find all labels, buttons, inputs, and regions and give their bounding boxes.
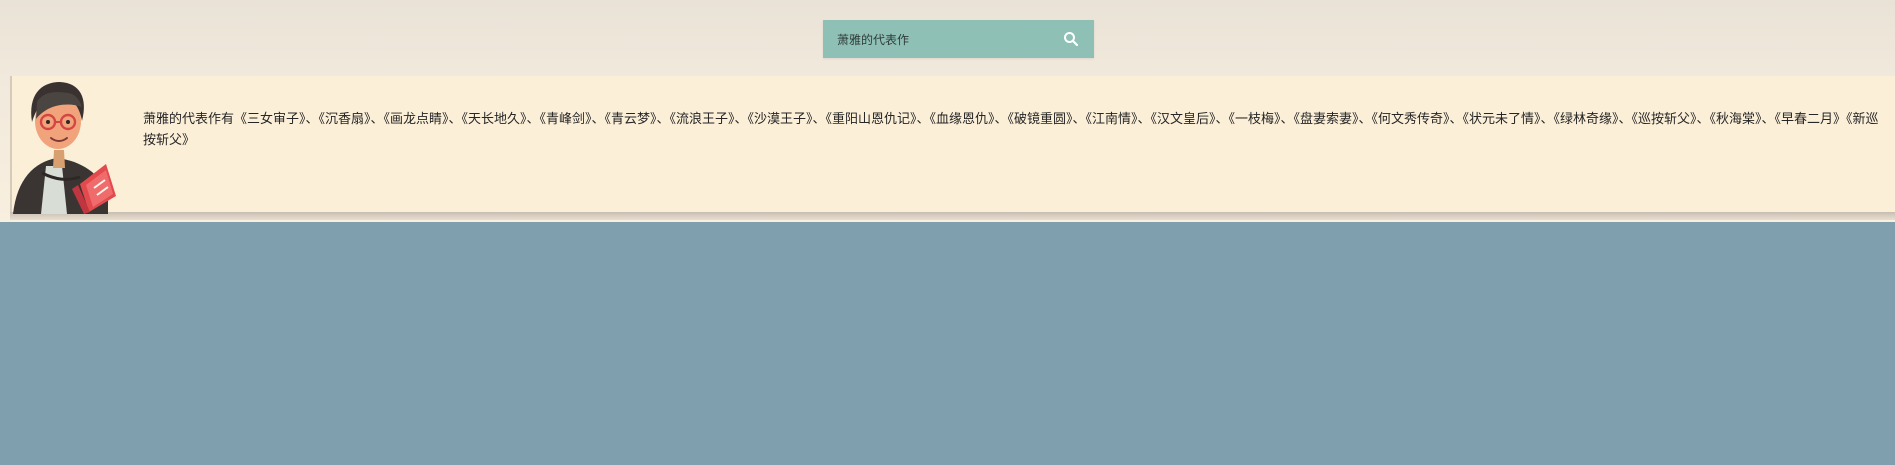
search-query[interactable]: 萧雅的代表作 — [837, 31, 909, 48]
reading-woman-avatar — [13, 82, 116, 214]
answer-card-shadow — [10, 212, 1895, 220]
search-input[interactable]: 萧雅的代表作 — [823, 20, 1094, 58]
search-icon[interactable] — [1062, 30, 1080, 48]
answer-text: 萧雅的代表作有《三女审子》、《沉香扇》、《画龙点睛》、《天长地久》、《青峰剑》、… — [143, 112, 1879, 148]
